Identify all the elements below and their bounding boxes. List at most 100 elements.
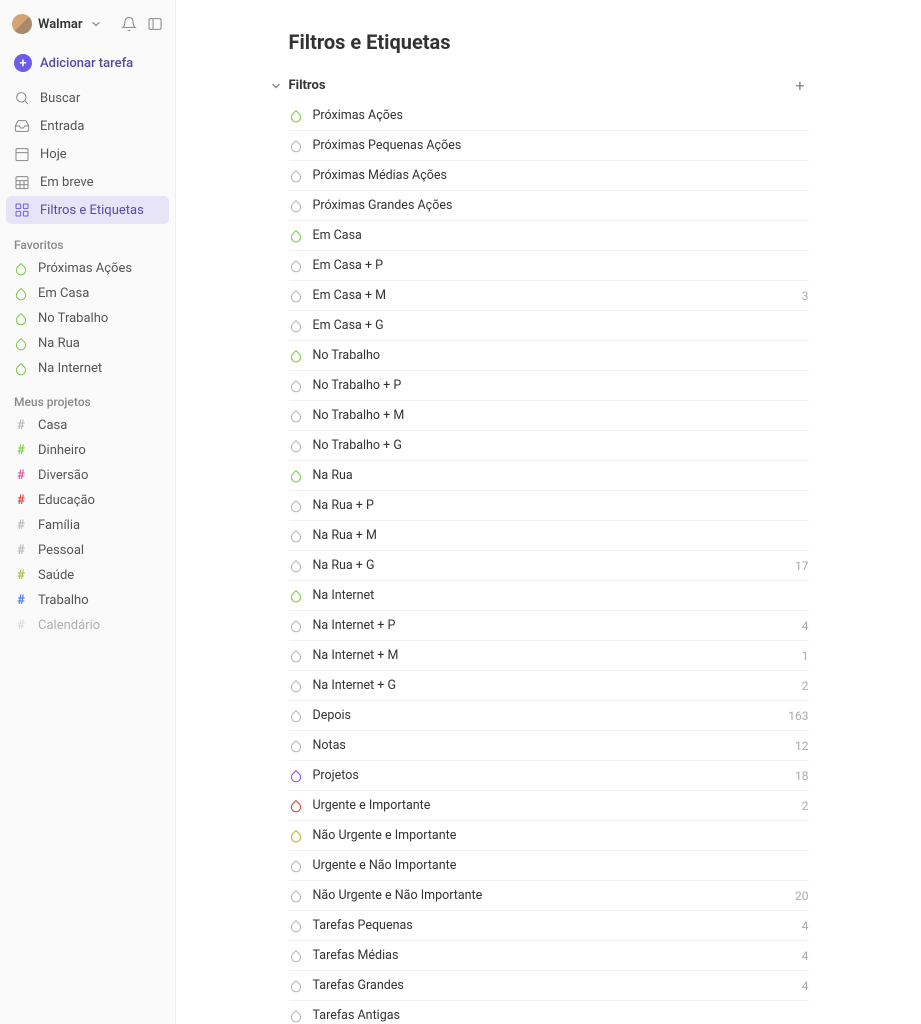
favorite-item[interactable]: No Trabalho — [6, 306, 169, 331]
filter-label: Na Rua + G — [313, 558, 786, 573]
filter-label: Tarefas Grandes — [313, 978, 792, 993]
project-label: Casa — [38, 418, 67, 433]
project-label: Calendário — [38, 618, 100, 633]
filter-item[interactable]: Próximas Ações — [289, 101, 809, 131]
nav-filters[interactable]: Filtros e Etiquetas — [6, 196, 169, 224]
filter-item[interactable]: Na Internet + G2 — [289, 671, 809, 701]
filter-item[interactable]: Na Rua — [289, 461, 809, 491]
filter-item[interactable]: Próximas Grandes Ações — [289, 191, 809, 221]
projects-label[interactable]: Meus projetos — [6, 381, 169, 413]
filter-label: Próximas Pequenas Ações — [313, 138, 799, 153]
drop-icon — [289, 379, 303, 393]
filter-item[interactable]: No Trabalho + M — [289, 401, 809, 431]
favorite-item[interactable]: Na Internet — [6, 356, 169, 381]
nav-label: Entrada — [40, 119, 84, 134]
drop-icon — [289, 679, 303, 693]
project-label: Família — [38, 518, 80, 533]
drop-icon — [289, 619, 303, 633]
filter-item[interactable]: Tarefas Médias4 — [289, 941, 809, 971]
hash-icon: # — [14, 568, 28, 583]
filter-label: Na Rua + M — [313, 528, 799, 543]
add-task-button[interactable]: + Adicionar tarefa — [6, 48, 169, 78]
project-item[interactable]: # Saúde — [6, 563, 169, 588]
favorite-label: Em Casa — [38, 286, 89, 301]
favorite-item[interactable]: Próximas Ações — [6, 256, 169, 281]
filter-label: Em Casa + G — [313, 318, 799, 333]
filter-label: Na Internet + M — [313, 648, 792, 663]
sidebar-toggle-icon[interactable] — [147, 16, 163, 32]
filter-item[interactable]: No Trabalho + P — [289, 371, 809, 401]
filter-item[interactable]: Tarefas Pequenas4 — [289, 911, 809, 941]
drop-icon — [289, 829, 303, 843]
filter-label: Na Internet + G — [313, 678, 792, 693]
project-item[interactable]: #Dinheiro — [6, 438, 169, 463]
favorite-label: No Trabalho — [38, 311, 108, 326]
drop-icon — [289, 709, 303, 723]
filter-item[interactable]: No Trabalho + G — [289, 431, 809, 461]
filter-item[interactable]: Em Casa + G — [289, 311, 809, 341]
project-item[interactable]: #Trabalho — [6, 588, 169, 613]
filter-label: Urgente e Não Importante — [313, 858, 799, 873]
filter-item[interactable]: Tarefas Antigas — [289, 1001, 809, 1024]
project-item[interactable]: #Educação — [6, 488, 169, 513]
filter-label: No Trabalho + G — [313, 438, 799, 453]
main-content: Filtros e Etiquetas Filtros + Próximas A… — [176, 0, 921, 1024]
drop-icon — [289, 259, 303, 273]
filter-label: Tarefas Pequenas — [313, 918, 792, 933]
username: Walmar — [38, 17, 83, 32]
filter-item[interactable]: Em Casa + P — [289, 251, 809, 281]
filter-count: 4 — [802, 619, 809, 633]
filter-item[interactable]: Projetos18 — [289, 761, 809, 791]
nav-today[interactable]: Hoje — [6, 140, 169, 168]
filters-section-header[interactable]: Filtros + — [271, 72, 809, 99]
filter-label: Tarefas Antigas — [313, 1008, 799, 1023]
drop-icon — [289, 589, 303, 603]
drop-icon — [289, 529, 303, 543]
filter-item[interactable]: Na Rua + M — [289, 521, 809, 551]
favorites-label[interactable]: Favoritos — [6, 224, 169, 256]
user-menu[interactable]: Walmar — [12, 14, 101, 34]
nav-label: Hoje — [40, 147, 67, 162]
notifications-icon[interactable] — [121, 16, 137, 32]
filter-item[interactable]: Tarefas Grandes4 — [289, 971, 809, 1001]
nav-upcoming[interactable]: Em breve — [6, 168, 169, 196]
drop-icon — [289, 409, 303, 423]
add-filter-button[interactable]: + — [791, 76, 808, 95]
filter-label: Projetos — [313, 768, 786, 783]
filter-item[interactable]: Não Urgente e Não Importante20 — [289, 881, 809, 911]
nav-search[interactable]: Buscar — [6, 84, 169, 112]
filter-item[interactable]: Em Casa — [289, 221, 809, 251]
hash-icon: # — [14, 618, 28, 633]
filter-item[interactable]: Notas12 — [289, 731, 809, 761]
filter-item[interactable]: Não Urgente e Importante — [289, 821, 809, 851]
project-item[interactable]: #Diversão — [6, 463, 169, 488]
project-item[interactable]: # Calendário — [6, 613, 169, 638]
sidebar: Walmar + Adicionar tarefa Buscar Entrada… — [0, 0, 176, 1024]
filter-item[interactable]: Na Rua + P — [289, 491, 809, 521]
drop-icon — [289, 769, 303, 783]
filter-item[interactable]: Em Casa + M3 — [289, 281, 809, 311]
plus-icon: + — [14, 54, 32, 72]
filter-item[interactable]: Próximas Médias Ações — [289, 161, 809, 191]
filter-item[interactable]: No Trabalho — [289, 341, 809, 371]
filter-item[interactable]: Na Internet — [289, 581, 809, 611]
filter-item[interactable]: Na Internet + P4 — [289, 611, 809, 641]
project-item[interactable]: #Pessoal — [6, 538, 169, 563]
drop-icon — [289, 499, 303, 513]
project-item[interactable]: #Família — [6, 513, 169, 538]
filter-item[interactable]: Urgente e Não Importante — [289, 851, 809, 881]
favorite-item[interactable]: Em Casa — [6, 281, 169, 306]
calendar-icon — [14, 146, 30, 162]
drop-icon — [289, 289, 303, 303]
favorite-item[interactable]: Na Rua — [6, 331, 169, 356]
filter-item[interactable]: Próximas Pequenas Ações — [289, 131, 809, 161]
nav-inbox[interactable]: Entrada — [6, 112, 169, 140]
drop-icon — [289, 649, 303, 663]
filter-item[interactable]: Na Internet + M1 — [289, 641, 809, 671]
filter-item[interactable]: Depois163 — [289, 701, 809, 731]
filter-item[interactable]: Urgente e Importante2 — [289, 791, 809, 821]
filter-item[interactable]: Na Rua + G17 — [289, 551, 809, 581]
project-label: Saúde — [38, 568, 74, 583]
filter-label: Em Casa + M — [313, 288, 792, 303]
project-item[interactable]: #Casa — [6, 413, 169, 438]
